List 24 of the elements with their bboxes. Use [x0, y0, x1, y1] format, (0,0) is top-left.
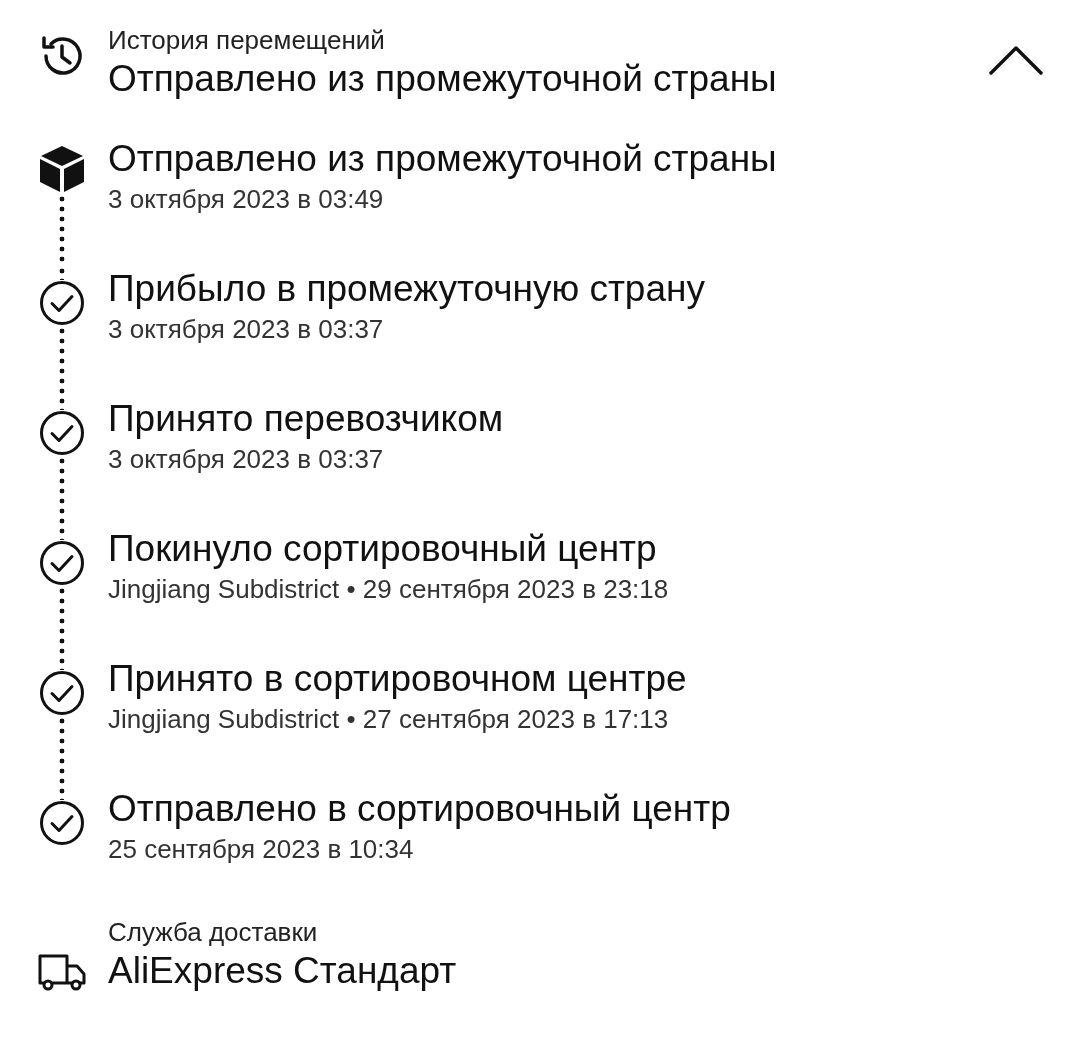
box-icon	[38, 144, 86, 194]
check-circle-icon	[39, 800, 85, 846]
event-time: Jingjiang Subdistrict • 27 сентября 2023 в 17:13	[108, 703, 670, 736]
event-title: Отправлено из промежуточной страны	[108, 137, 778, 181]
check-circle-icon	[39, 410, 85, 456]
history-label: История перемещений	[108, 24, 386, 56]
truck-icon	[37, 952, 87, 992]
check-circle-icon	[39, 540, 85, 586]
check-circle-icon	[39, 670, 85, 716]
collapse-button[interactable]	[988, 44, 1044, 76]
event-time: 3 октября 2023 в 03:37	[108, 313, 385, 346]
event-title: Покинуло сортировочный центр	[108, 527, 658, 571]
current-status: Отправлено из промежуточной страны	[108, 57, 778, 101]
event-title: Отправлено в сортировочный центр	[108, 787, 732, 831]
event-title: Принято перевозчиком	[108, 397, 505, 441]
event-title: Принято в сортировочном центре	[108, 657, 688, 701]
delivery-service: AliExpress Стандарт	[108, 949, 458, 993]
event-time: 3 октября 2023 в 03:49	[108, 183, 385, 216]
delivery-label: Служба доставки	[108, 916, 319, 948]
event-time: 25 сентября 2023 в 10:34	[108, 833, 415, 866]
event-time: 3 октября 2023 в 03:37	[108, 443, 385, 476]
event-title: Прибыло в промежуточную страну	[108, 267, 706, 311]
check-circle-icon	[39, 280, 85, 326]
event-time: Jingjiang Subdistrict • 29 сентября 2023 в 23:18	[108, 573, 670, 606]
